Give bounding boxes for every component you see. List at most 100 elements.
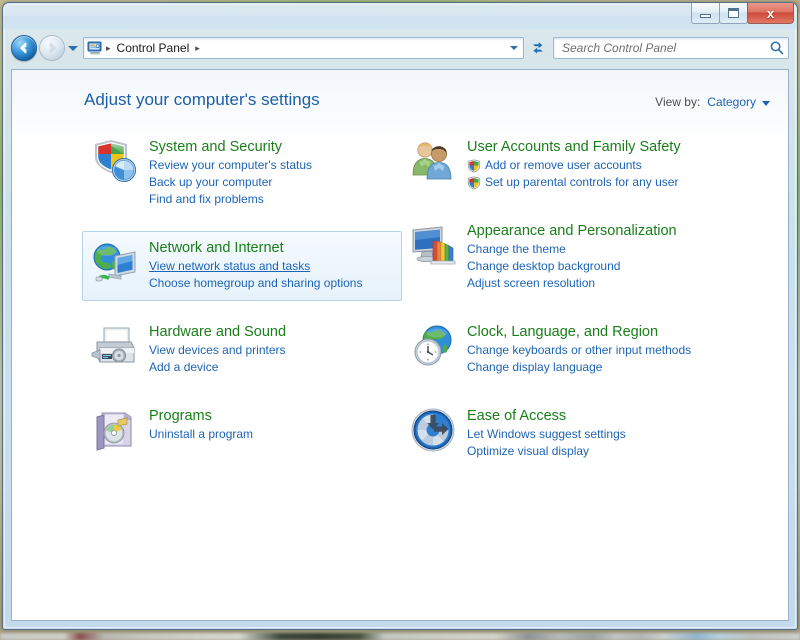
category-link-view-devices-and-printers[interactable]: View devices and printers bbox=[149, 342, 393, 359]
category-link-change-desktop-background[interactable]: Change desktop background bbox=[467, 258, 711, 275]
category-link-change-the-theme[interactable]: Change the theme bbox=[467, 241, 711, 258]
refresh-icon bbox=[533, 42, 543, 54]
category-text-block: Appearance and Personalization Change the… bbox=[467, 221, 711, 292]
uac-shield-icon bbox=[467, 175, 481, 190]
category-link-choose-homegroup-and-sharing-options[interactable]: Choose homegroup and sharing options bbox=[149, 275, 393, 292]
clock-language-region-icon[interactable] bbox=[409, 322, 457, 370]
category-title-appearance-and-personalization[interactable]: Appearance and Personalization bbox=[467, 222, 711, 241]
window-controls: x bbox=[691, 3, 794, 24]
maximize-button[interactable] bbox=[719, 3, 748, 24]
category-link-label: Choose homegroup and sharing options bbox=[149, 276, 363, 290]
category-link-review-your-computers-status[interactable]: Review your computer's status bbox=[149, 157, 393, 174]
back-arrow-icon bbox=[20, 42, 27, 54]
minimize-icon bbox=[700, 14, 711, 18]
close-icon: x bbox=[766, 5, 775, 21]
view-by-value[interactable]: Category bbox=[707, 95, 756, 109]
category-title-network-and-internet[interactable]: Network and Internet bbox=[149, 239, 393, 258]
forward-button[interactable] bbox=[39, 35, 65, 61]
category-link-back-up-your-computer[interactable]: Back up your computer bbox=[149, 174, 393, 191]
category-link-label: Change the theme bbox=[467, 242, 566, 256]
uac-shield-icon bbox=[467, 158, 481, 173]
user-accounts-icon[interactable] bbox=[409, 137, 457, 185]
category-text-block: Ease of Access Let Windows suggest settin… bbox=[467, 406, 711, 460]
close-button[interactable]: x bbox=[747, 3, 794, 24]
view-by-control: View by: Category bbox=[655, 95, 770, 109]
network-and-internet-icon[interactable] bbox=[91, 238, 139, 286]
category-clock-language-and-region[interactable]: Clock, Language, and Region Change keyboa… bbox=[400, 315, 720, 385]
category-title-user-accounts-and-family-safety[interactable]: User Accounts and Family Safety bbox=[467, 138, 711, 157]
maximize-icon bbox=[728, 8, 739, 18]
category-link-label: Add or remove user accounts bbox=[485, 158, 642, 172]
breadcrumb-control-panel[interactable]: Control Panel bbox=[113, 40, 194, 56]
category-link-label: Optimize visual display bbox=[467, 444, 590, 458]
category-link-let-windows-suggest-settings[interactable]: Let Windows suggest settings bbox=[467, 426, 711, 443]
category-link-uninstall-a-program[interactable]: Uninstall a program bbox=[149, 426, 393, 443]
category-link-label: Add a device bbox=[149, 360, 219, 374]
category-link-label: Change display language bbox=[467, 360, 603, 374]
address-bar[interactable]: ▸ Control Panel ▸ bbox=[83, 37, 524, 59]
category-link-label: Change keyboards or other input methods bbox=[467, 343, 692, 357]
address-dropdown-button[interactable] bbox=[506, 38, 521, 58]
programs-icon[interactable] bbox=[91, 406, 139, 454]
category-link-find-and-fix-problems[interactable]: Find and fix problems bbox=[149, 191, 393, 208]
category-appearance-and-personalization[interactable]: Appearance and Personalization Change the… bbox=[400, 214, 720, 301]
category-text-block: Clock, Language, and Region Change keyboa… bbox=[467, 322, 711, 376]
category-link-change-keyboards-or-other-input-methods[interactable]: Change keyboards or other input methods bbox=[467, 342, 711, 359]
category-title-ease-of-access[interactable]: Ease of Access bbox=[467, 407, 711, 426]
category-ease-of-access[interactable]: Ease of Access Let Windows suggest settin… bbox=[400, 399, 720, 469]
category-user-accounts-and-family-safety[interactable]: User Accounts and Family Safety Add or re… bbox=[400, 130, 720, 200]
category-link-view-network-status-and-tasks[interactable]: View network status and tasks bbox=[149, 258, 393, 275]
category-system-and-security[interactable]: System and Security Review your computer'… bbox=[82, 130, 402, 217]
category-link-change-display-language[interactable]: Change display language bbox=[467, 359, 711, 376]
category-hardware-and-sound[interactable]: Hardware and Sound View devices and print… bbox=[82, 315, 402, 385]
category-network-and-internet[interactable]: Network and Internet View network status … bbox=[82, 231, 402, 301]
category-text-block: User Accounts and Family Safety Add or re… bbox=[467, 137, 711, 191]
category-spacer bbox=[82, 385, 402, 399]
minimize-button[interactable] bbox=[691, 3, 720, 24]
category-spacer bbox=[400, 301, 720, 315]
taskbar[interactable] bbox=[0, 633, 800, 640]
title-bar[interactable]: x bbox=[3, 3, 797, 29]
category-text-block: System and Security Review your computer'… bbox=[149, 137, 393, 208]
category-link-label: Set up parental controls for any user bbox=[485, 175, 679, 189]
category-link-add-a-device[interactable]: Add a device bbox=[149, 359, 393, 376]
content-pane: Adjust your computer's settings View by:… bbox=[11, 69, 789, 621]
category-text-block: Programs Uninstall a program bbox=[149, 406, 393, 443]
category-link-set-up-parental-controls-for-any-user[interactable]: Set up parental controls for any user bbox=[467, 174, 711, 191]
history-dropdown-button[interactable] bbox=[65, 37, 80, 59]
category-programs[interactable]: Programs Uninstall a program bbox=[82, 399, 402, 463]
chevron-down-icon[interactable] bbox=[762, 100, 770, 106]
refresh-button[interactable] bbox=[527, 37, 549, 59]
category-title-hardware-and-sound[interactable]: Hardware and Sound bbox=[149, 323, 393, 342]
page-title: Adjust your computer's settings bbox=[84, 90, 320, 109]
category-link-label: Adjust screen resolution bbox=[467, 276, 596, 290]
chevron-down-icon bbox=[67, 45, 78, 51]
category-link-label: View devices and printers bbox=[149, 343, 286, 357]
category-link-adjust-screen-resolution[interactable]: Adjust screen resolution bbox=[467, 275, 711, 292]
category-link-label: Uninstall a program bbox=[149, 427, 254, 441]
forward-arrow-icon bbox=[49, 42, 56, 54]
appearance-icon[interactable] bbox=[409, 221, 457, 269]
category-link-label: Change desktop background bbox=[467, 259, 621, 273]
category-link-label: Find and fix problems bbox=[149, 192, 264, 206]
search-input[interactable] bbox=[560, 40, 769, 56]
category-title-system-and-security[interactable]: System and Security bbox=[149, 138, 393, 157]
category-link-optimize-visual-display[interactable]: Optimize visual display bbox=[467, 443, 711, 460]
control-panel-icon bbox=[87, 41, 102, 55]
category-link-add-or-remove-user-accounts[interactable]: Add or remove user accounts bbox=[467, 157, 711, 174]
system-and-security-icon[interactable] bbox=[91, 137, 139, 185]
search-icon[interactable] bbox=[769, 40, 785, 56]
category-spacer bbox=[82, 217, 402, 231]
category-link-label: Let Windows suggest settings bbox=[467, 427, 626, 441]
back-button[interactable] bbox=[11, 35, 37, 61]
category-spacer bbox=[82, 301, 402, 315]
search-box[interactable] bbox=[553, 37, 789, 59]
category-title-clock-language-and-region[interactable]: Clock, Language, and Region bbox=[467, 323, 711, 342]
hardware-and-sound-icon[interactable] bbox=[91, 322, 139, 370]
navigation-bar: ▸ Control Panel ▸ bbox=[3, 29, 797, 67]
ease-of-access-icon[interactable] bbox=[409, 406, 457, 454]
breadcrumb-separator-trailing[interactable]: ▸ bbox=[193, 43, 202, 54]
category-title-programs[interactable]: Programs bbox=[149, 407, 393, 426]
chevron-down-icon bbox=[509, 46, 518, 50]
control-panel-window: x ▸ Control Panel ▸ Search Control Panel… bbox=[2, 2, 798, 630]
